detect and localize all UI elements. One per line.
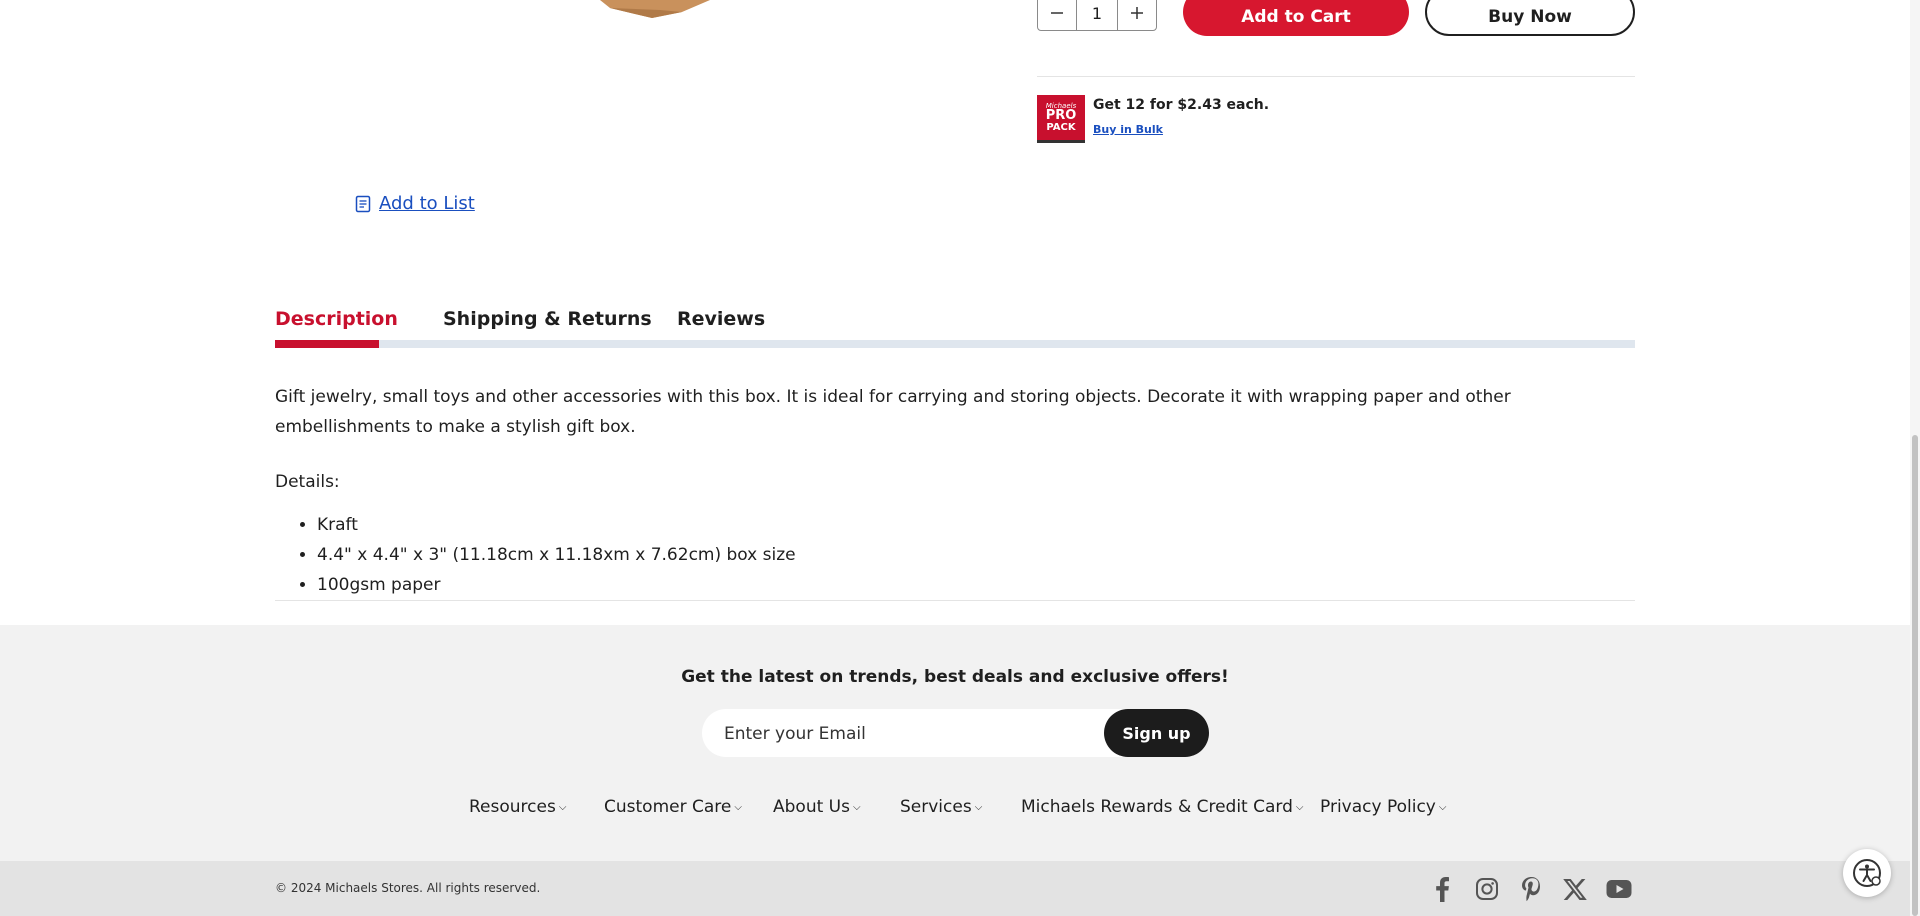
divider <box>1037 76 1635 77</box>
buy-in-bulk-link[interactable]: Buy in Bulk <box>1093 123 1163 136</box>
minus-icon <box>1051 12 1064 14</box>
chevron-down-icon: ⌵ <box>974 801 983 813</box>
footer-nav-rewards[interactable]: Michaels Rewards & Credit Card ⌵ <box>1021 797 1304 817</box>
quantity-stepper: 1 <box>1037 0 1157 31</box>
tab-underline-track <box>275 340 1635 348</box>
product-image <box>600 0 710 18</box>
accessibility-button[interactable] <box>1843 849 1891 897</box>
footer-nav-customer-care[interactable]: Customer Care ⌵ <box>604 797 742 817</box>
description-text: Gift jewelry, small toys and other acces… <box>275 387 1511 437</box>
footer-nav: Resources ⌵ Customer Care ⌵ About Us ⌵ Serv… <box>0 797 1910 821</box>
pinterest-icon[interactable] <box>1516 874 1546 904</box>
footer-nav-privacy-policy[interactable]: Privacy Policy ⌵ <box>1320 797 1446 817</box>
buy-now-button[interactable]: Buy Now <box>1425 0 1635 36</box>
x-icon[interactable] <box>1560 874 1590 904</box>
add-to-list-label: Add to List <box>379 193 475 214</box>
list-item: 4.4" x 4.4" x 3" (11.18cm x 11.18xm x 7.… <box>317 540 796 570</box>
youtube-icon[interactable] <box>1604 874 1634 904</box>
tab-shipping-returns[interactable]: Shipping & Returns <box>443 308 652 330</box>
chevron-down-icon: ⌵ <box>1438 801 1447 813</box>
email-field[interactable] <box>722 709 1096 759</box>
divider <box>275 600 1635 601</box>
increase-quantity-button[interactable] <box>1118 0 1156 30</box>
chevron-down-icon: ⌵ <box>558 801 567 813</box>
decrease-quantity-button[interactable] <box>1038 0 1076 30</box>
accessibility-icon <box>1853 859 1881 887</box>
chevron-down-icon: ⌵ <box>852 801 861 813</box>
bulk-offer-text: Get 12 for $2.43 each. <box>1093 97 1270 113</box>
scrollbar-thumb[interactable] <box>1912 435 1918 916</box>
facebook-icon[interactable] <box>1427 874 1457 904</box>
sign-up-button[interactable]: Sign up <box>1104 709 1209 757</box>
quantity-input[interactable]: 1 <box>1076 0 1118 30</box>
footer-nav-resources[interactable]: Resources ⌵ <box>469 797 566 817</box>
details-label: Details: <box>275 472 340 492</box>
copyright-text: © 2024 Michaels Stores. All rights reser… <box>275 881 541 895</box>
instagram-icon[interactable] <box>1472 874 1502 904</box>
pro-pack-logo: Michaels PRO PACK <box>1037 95 1085 143</box>
footer-nav-about-us[interactable]: About Us ⌵ <box>773 797 861 817</box>
chevron-down-icon: ⌵ <box>1295 801 1304 813</box>
details-list: Kraft 4.4" x 4.4" x 3" (11.18cm x 11.18x… <box>275 510 796 600</box>
add-to-cart-button[interactable]: Add to Cart <box>1183 0 1409 36</box>
footer-nav-services[interactable]: Services ⌵ <box>900 797 982 817</box>
tab-description[interactable]: Description <box>275 308 398 330</box>
newsletter-form: Sign up <box>702 709 1209 759</box>
tab-active-indicator <box>275 340 379 348</box>
add-to-list-button[interactable]: Add to List <box>355 193 475 214</box>
list-item: Kraft <box>317 510 796 540</box>
chevron-down-icon: ⌵ <box>734 801 742 813</box>
tab-reviews[interactable]: Reviews <box>677 308 765 330</box>
plus-icon <box>1130 7 1143 19</box>
list-icon <box>355 195 371 212</box>
newsletter-title: Get the latest on trends, best deals and… <box>681 667 1229 687</box>
list-item: 100gsm paper <box>317 570 796 600</box>
